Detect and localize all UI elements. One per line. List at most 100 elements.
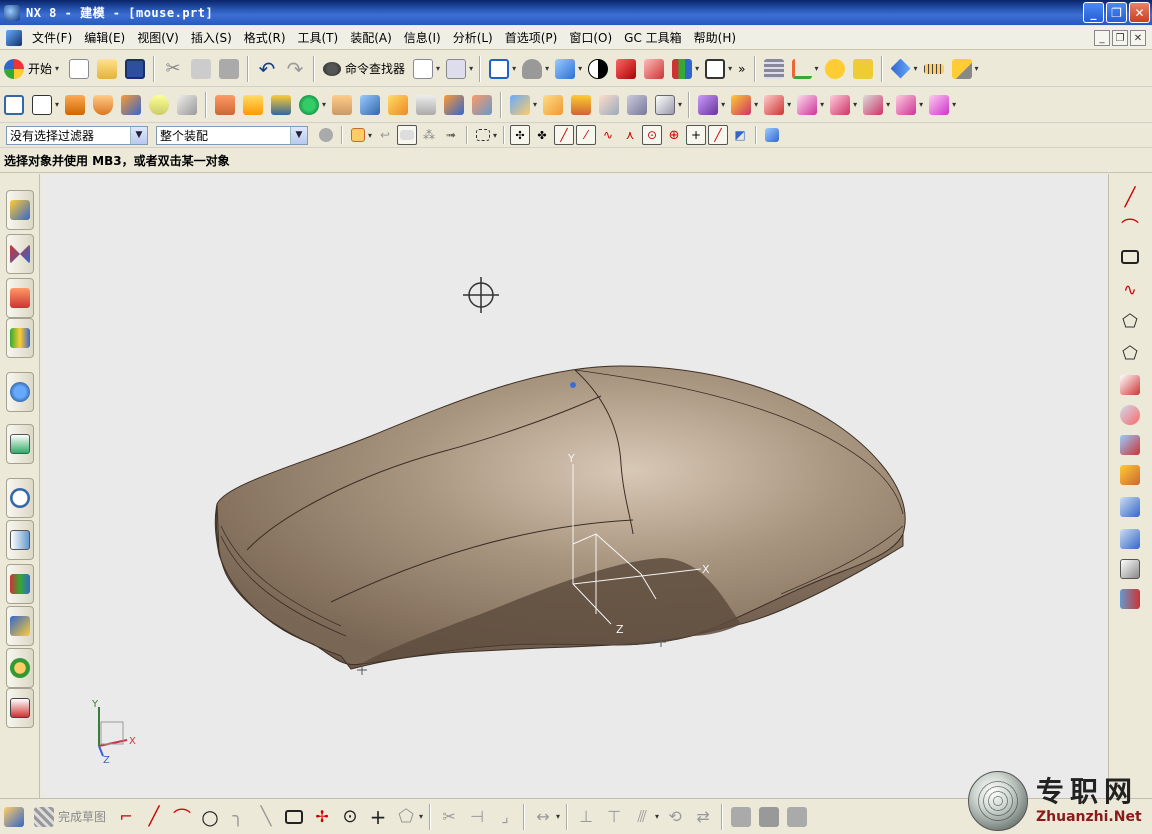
fillet-icon[interactable]: ╮ [225, 804, 251, 830]
model-view[interactable]: Y X Z Y X Z [41, 174, 1108, 798]
extrude-icon[interactable] [62, 92, 88, 118]
unite-icon[interactable] [296, 92, 322, 118]
corner-icon[interactable]: ⌟ [492, 804, 518, 830]
quick-pick-icon[interactable]: ➟ [441, 125, 461, 145]
menu-window[interactable]: 窗口(O) [563, 27, 618, 49]
animate-dimension-icon[interactable]: ⟲ [662, 804, 688, 830]
split-body-icon[interactable] [385, 92, 411, 118]
existing-point-icon[interactable]: + [686, 125, 707, 145]
draft-icon[interactable] [268, 92, 294, 118]
sketch-settings-icon[interactable] [784, 804, 810, 830]
trim-body-icon[interactable] [357, 92, 383, 118]
copy-face-icon[interactable] [926, 92, 952, 118]
rectangle-icon[interactable] [1117, 244, 1143, 270]
spline-icon[interactable]: ∿ [1117, 276, 1143, 302]
menu-insert[interactable]: 插入(S) [185, 27, 238, 49]
document-menu-icon[interactable] [6, 29, 22, 46]
doc-minimize-button[interactable]: _ [1094, 30, 1110, 46]
extend-icon[interactable]: ⊣ [464, 804, 490, 830]
graphics-window[interactable]: Y X Z Y X Z [41, 174, 1108, 798]
new-file-icon[interactable] [66, 56, 92, 82]
wrap-curve-icon[interactable] [1117, 526, 1143, 552]
menu-analysis[interactable]: 分析(L) [447, 27, 499, 49]
offset-icon[interactable]: ⬠ [393, 804, 419, 830]
info-icon[interactable] [6, 372, 34, 412]
scale-curve-icon[interactable] [1117, 586, 1143, 612]
polygon-icon[interactable]: ✢ [309, 804, 335, 830]
arc-center-icon[interactable]: ⊙ [642, 125, 663, 145]
studio-icon[interactable] [585, 56, 611, 82]
mirror-icon[interactable] [624, 92, 650, 118]
shaded-cube-icon[interactable] [552, 56, 578, 82]
rectangle-icon[interactable] [281, 804, 307, 830]
extract-curve-icon[interactable] [1117, 462, 1143, 488]
constraint-navigator-icon[interactable] [6, 234, 34, 274]
pattern-icon[interactable] [596, 92, 622, 118]
resize-face-icon[interactable] [827, 92, 853, 118]
trace-curve-icon[interactable] [1117, 556, 1143, 582]
assembly-navigator-icon[interactable] [6, 190, 34, 230]
color-cube-icon[interactable] [669, 56, 695, 82]
finish-sketch-button[interactable]: 完成草图 [28, 806, 112, 827]
web-browser-icon[interactable] [6, 424, 34, 464]
restore-button[interactable]: ❐ [1106, 2, 1127, 23]
line-icon[interactable]: ╱ [141, 804, 167, 830]
ellipse-icon[interactable]: ⊙ [337, 804, 363, 830]
layer-icon[interactable] [761, 56, 787, 82]
selection-icon[interactable] [443, 56, 469, 82]
undo-select-icon[interactable]: ↩ [375, 125, 395, 145]
paste-icon[interactable] [216, 56, 242, 82]
manufacturing-wizard-icon[interactable] [6, 564, 34, 604]
boss-icon[interactable] [146, 92, 172, 118]
start-button[interactable]: 开始 ▾ [0, 56, 65, 82]
menu-help[interactable]: 帮助(H) [688, 27, 742, 49]
pattern-face-icon[interactable] [893, 92, 919, 118]
pencil-icon[interactable] [949, 56, 975, 82]
line-icon[interactable]: ╱ [1117, 184, 1143, 210]
open-folder-icon[interactable] [94, 56, 120, 82]
rotate-view-icon[interactable] [519, 56, 545, 82]
pad-icon[interactable] [174, 92, 200, 118]
alternate-solution-icon[interactable] [728, 804, 754, 830]
save-icon[interactable] [122, 56, 148, 82]
undo-icon[interactable]: ↶ [254, 56, 280, 82]
sketch-icon[interactable] [1, 92, 27, 118]
circle-icon[interactable]: ○ [197, 804, 223, 830]
body-select-icon[interactable] [762, 125, 782, 145]
menu-format[interactable]: 格式(R) [238, 27, 292, 49]
rib-icon[interactable] [212, 92, 238, 118]
revolve-icon[interactable] [90, 92, 116, 118]
command-finder-button[interactable]: 命令查找器 [319, 56, 409, 82]
snap-icon[interactable] [822, 56, 848, 82]
selection-scope-dropdown[interactable]: 整个装配 ▼ [156, 125, 308, 145]
arc-icon[interactable]: ⌒ [1117, 214, 1143, 240]
measure-icon[interactable] [850, 56, 876, 82]
datum-plane-icon[interactable] [29, 92, 55, 118]
hole-icon[interactable] [118, 92, 144, 118]
fit-view-icon[interactable] [486, 56, 512, 82]
sketch-task-icon[interactable] [1, 804, 27, 830]
menu-gc-toolkit[interactable]: GC 工具箱 [618, 27, 688, 49]
convert-reference-icon[interactable]: ⇄ [690, 804, 716, 830]
doc-close-button[interactable]: ✕ [1130, 30, 1146, 46]
end-point-icon[interactable]: ╱ [554, 125, 575, 145]
project-curve-icon[interactable] [1117, 372, 1143, 398]
palette-icon[interactable] [6, 688, 34, 728]
red-cube-icon[interactable] [613, 56, 639, 82]
menu-tools[interactable]: 工具(T) [292, 27, 345, 49]
minimize-button[interactable]: _ [1083, 2, 1104, 23]
general-selection-icon[interactable] [316, 125, 336, 145]
menu-edit[interactable]: 编辑(E) [78, 27, 131, 49]
trim-icon[interactable]: ✂ [436, 804, 462, 830]
select-all-icon[interactable] [397, 125, 418, 145]
pattern-curve-icon[interactable]: ⬠ [1117, 340, 1143, 366]
shell-icon[interactable] [240, 92, 266, 118]
deselect-icon[interactable]: ⁂ [419, 125, 439, 145]
offset-face-icon[interactable] [329, 92, 355, 118]
reuse-library-icon[interactable] [6, 318, 34, 358]
cut-icon[interactable]: ✂ [160, 56, 186, 82]
delete-face-icon[interactable] [761, 92, 787, 118]
part-navigator-icon[interactable] [6, 278, 34, 318]
auto-constraint-icon[interactable]: ⊤ [601, 804, 627, 830]
snap-point-icon[interactable]: ✤ [532, 125, 552, 145]
